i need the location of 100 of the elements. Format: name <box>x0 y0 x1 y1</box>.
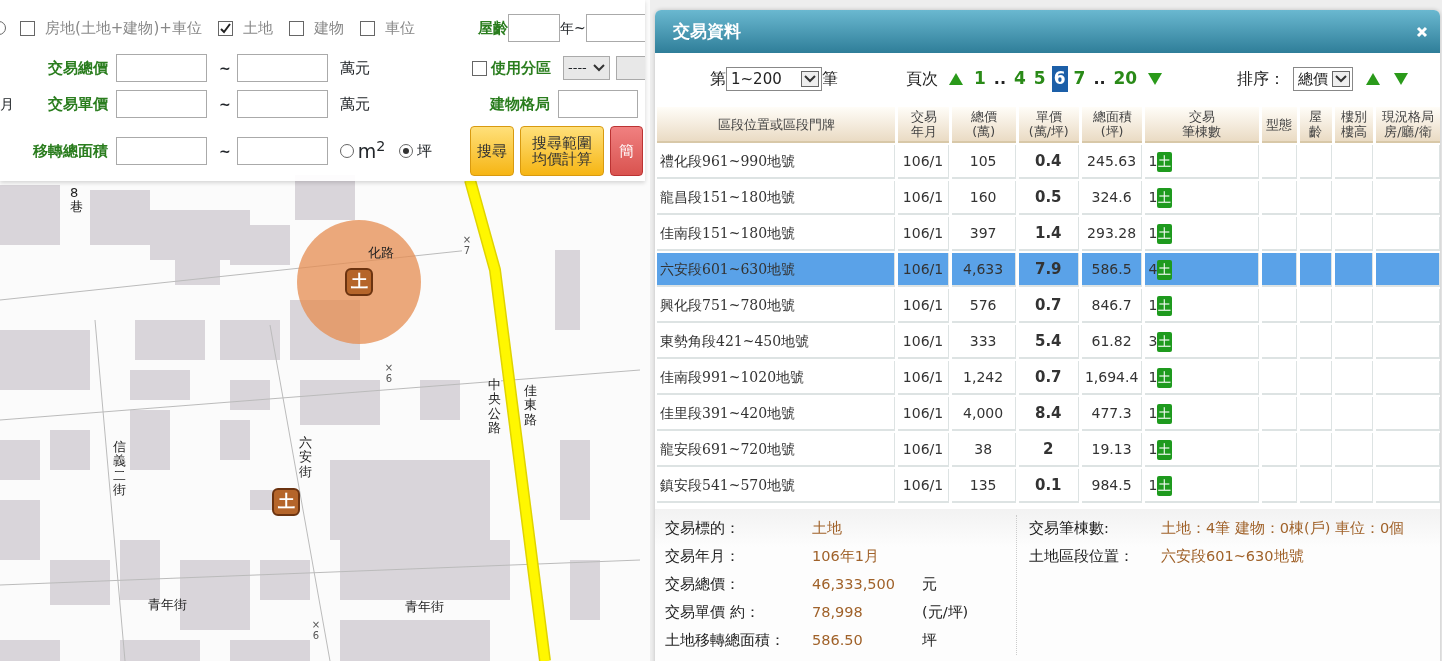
radio-label[interactable]: m$^{2}$ <box>357 136 386 166</box>
checkbox-label[interactable]: 房地(土地+建物)+車位 <box>45 16 202 40</box>
column-header[interactable]: 交易 <box>1145 109 1259 124</box>
table-cell: 160 <box>951 181 1016 215</box>
input-field[interactable] <box>236 54 328 82</box>
table-cell: 106/1 <box>898 469 949 503</box>
checkbox[interactable] <box>288 20 304 36</box>
dialog-title: 交易資料 <box>673 19 741 43</box>
map-marker[interactable]: 土 <box>272 488 300 516</box>
count-text: 3 <box>1148 332 1158 349</box>
input-field[interactable] <box>116 54 207 82</box>
page-link[interactable]: 5 <box>1031 66 1048 92</box>
search-button[interactable]: 搜尋範圍均價計算 <box>520 126 604 176</box>
table-cell: 586.5 <box>1081 253 1143 287</box>
page-link[interactable]: 20 <box>1111 66 1140 92</box>
sort-ascending-icon[interactable] <box>1365 72 1382 86</box>
count-text: 1 <box>1148 404 1158 421</box>
select-dropdown[interactable]: ---- <box>563 56 610 80</box>
radio-button[interactable] <box>339 144 354 158</box>
count-text: 1 <box>1148 188 1158 205</box>
input-field[interactable] <box>236 90 328 118</box>
field-label: 建物格局 <box>490 93 550 115</box>
page-link[interactable]: 1 <box>972 66 988 92</box>
table-cell: 1,242 <box>951 361 1016 395</box>
column-header[interactable]: 屋 <box>1299 109 1332 124</box>
column-header[interactable]: 單價 <box>1018 109 1079 124</box>
table-cell: 1,694.4 <box>1081 361 1143 395</box>
land-badge: 土 <box>1157 367 1173 388</box>
column-header[interactable]: 年月 <box>898 124 949 139</box>
column-header[interactable]: (萬/坪) <box>1018 124 1079 139</box>
table-row[interactable]: 佳南段151~180地號 106/1 397 1.4 293.28 1土 <box>657 217 1440 251</box>
page-link[interactable]: 6 <box>1051 66 1068 92</box>
land-badge: 土 <box>1157 331 1173 352</box>
unit-label: (元/坪) <box>922 603 969 623</box>
land-badge: 土 <box>1157 295 1173 316</box>
checkbox[interactable] <box>217 20 233 36</box>
table-cell: 106/1 <box>898 433 949 467</box>
table-cell: 1.4 <box>1018 217 1079 251</box>
checkbox-label[interactable]: 土地 <box>242 16 273 40</box>
page-link[interactable]: 7 <box>1071 66 1088 92</box>
select-dropdown[interactable] <box>615 56 645 80</box>
checkbox-label[interactable]: 建物 <box>313 16 344 40</box>
column-header[interactable]: (萬) <box>951 124 1016 139</box>
column-header[interactable]: 齡 <box>1299 124 1332 139</box>
column-header[interactable]: 筆棟數 <box>1145 124 1259 139</box>
close-icon[interactable] <box>1416 25 1428 38</box>
radio-button[interactable] <box>399 144 414 158</box>
field-label: 交易總價 <box>48 57 108 79</box>
input-field[interactable] <box>116 137 207 165</box>
next-page-icon[interactable] <box>1147 72 1164 86</box>
detail-value: 106年1月 <box>812 547 880 567</box>
column-header[interactable]: 房/廳/衛 <box>1375 124 1440 139</box>
column-header[interactable]: 樓別 <box>1334 109 1373 124</box>
table-cell: 5.4 <box>1018 325 1079 359</box>
page-link[interactable]: 4 <box>1012 66 1028 92</box>
column-header[interactable]: (坪) <box>1081 124 1143 139</box>
chevron-icon <box>804 75 816 83</box>
range-select[interactable]: 1~200 <box>726 67 822 91</box>
column-header[interactable]: 總面積 <box>1081 109 1143 124</box>
map-marker[interactable]: 土 <box>345 268 373 296</box>
input-field[interactable] <box>558 90 638 118</box>
column-header[interactable]: 現況格局 <box>1375 109 1440 124</box>
input-field[interactable] <box>585 14 645 42</box>
radio-label[interactable]: 坪 <box>417 139 433 163</box>
table-cell: 135 <box>951 469 1016 503</box>
checkbox[interactable] <box>359 20 375 36</box>
street-label: 青年街 <box>405 600 444 615</box>
column-header[interactable]: 交易 <box>898 109 949 124</box>
table-row[interactable]: 禮化段961~990地號 106/1 105 0.4 245.63 1土 <box>657 145 1440 179</box>
checkbox-label[interactable]: 使用分區 <box>491 56 551 80</box>
column-header[interactable]: 總價 <box>951 109 1016 124</box>
table-cell: 0.1 <box>1018 469 1079 503</box>
range-separator: ~ <box>219 141 231 161</box>
previous-page-icon[interactable] <box>948 72 964 86</box>
cut-label: 月 <box>0 94 14 114</box>
table-row[interactable]: 興化段751~780地號 106/1 576 0.7 846.7 1土 <box>657 289 1440 323</box>
input-field[interactable] <box>116 90 207 118</box>
table-cell: 984.5 <box>1081 469 1143 503</box>
table-row[interactable]: 佳南段991~1020地號 106/1 1,242 0.7 1,694.4 1土 <box>657 361 1440 395</box>
search-button[interactable]: 搜尋 <box>470 126 514 176</box>
column-header[interactable]: 樓高 <box>1334 124 1373 139</box>
land-badge: 土 <box>1157 439 1173 460</box>
unit-label: 元 <box>922 575 937 595</box>
table-cell: 106/1 <box>898 145 949 179</box>
land-badge: 土 <box>1157 223 1173 244</box>
checkbox-label[interactable]: 車位 <box>384 16 415 40</box>
checkbox[interactable] <box>472 60 487 76</box>
table-row[interactable]: 龍安段691~720地號 106/1 38 2 19.13 1土 <box>657 433 1440 467</box>
input-field[interactable] <box>508 14 560 42</box>
table-row[interactable]: 佳里段391~420地號 106/1 4,000 8.4 477.3 1土 <box>657 397 1440 431</box>
sort-descending-icon[interactable] <box>1393 72 1410 86</box>
checkbox[interactable] <box>20 20 35 36</box>
unit-label: 坪 <box>922 631 937 651</box>
table-row[interactable]: 東勢角段421~450地號 106/1 333 5.4 61.82 3土 <box>657 325 1440 359</box>
detail-value: 六安段601~630地號 <box>1161 547 1304 567</box>
input-field[interactable] <box>236 137 328 165</box>
sort-select[interactable]: 總價 <box>1293 67 1354 91</box>
table-row[interactable]: 鎮安段541~570地號 106/1 135 0.1 984.5 1土 <box>657 469 1440 503</box>
table-row[interactable]: 龍昌段151~180地號 106/1 160 0.5 324.6 1土 <box>657 181 1440 215</box>
table-row[interactable]: 六安段601~630地號 106/1 4,633 7.9 586.5 4土 <box>657 253 1440 287</box>
